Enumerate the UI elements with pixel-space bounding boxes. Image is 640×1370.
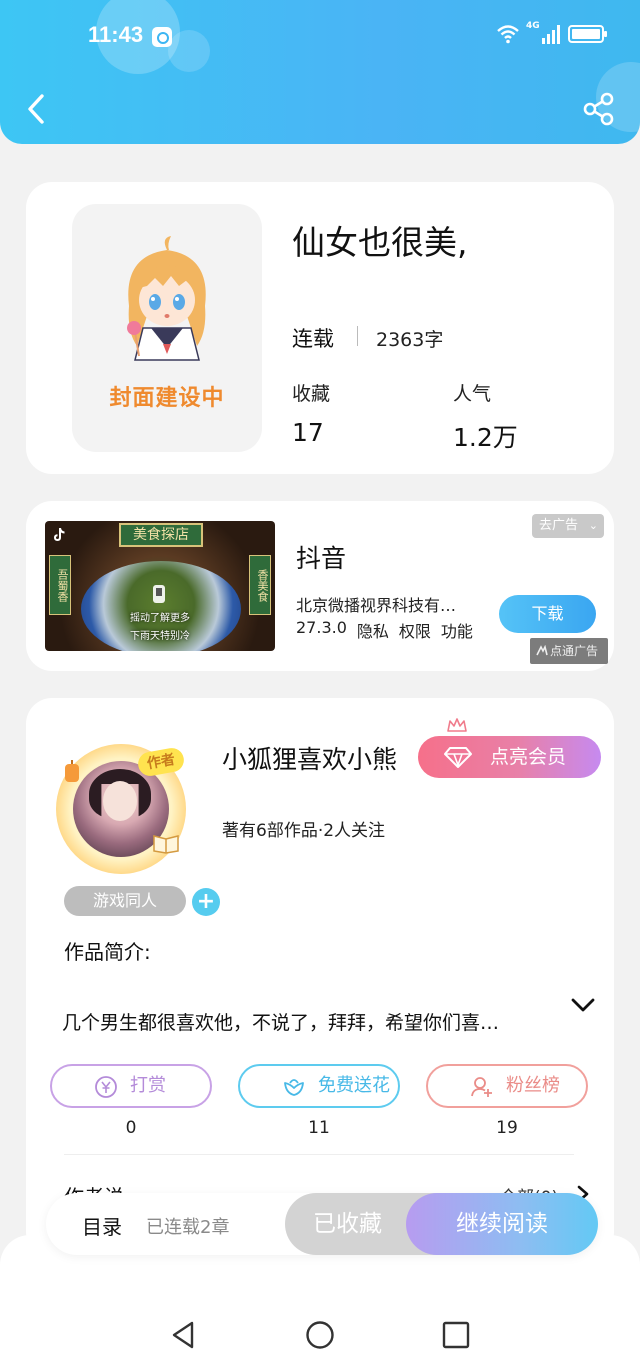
- share-icon[interactable]: [582, 92, 616, 126]
- top-header: 11:43 4G: [0, 0, 640, 144]
- vip-label: 点亮会员: [490, 746, 567, 768]
- book-status: 连载: [292, 327, 334, 351]
- continue-reading-button[interactable]: 继续阅读: [406, 1193, 598, 1255]
- ad-app-title: 抖音: [296, 544, 347, 573]
- author-meta: 著有6部作品·2人关注: [222, 821, 386, 841]
- book-info-card: 封面建设中 仙女也很美, 连载 2363字 收藏 17 人气 1.2万: [26, 182, 614, 474]
- ad-image-subcaption: 下雨天特别冷: [130, 631, 190, 642]
- cover-placeholder-text: 封面建设中: [109, 386, 225, 411]
- chevron-down-icon[interactable]: [570, 996, 596, 1014]
- meta-divider: [357, 326, 358, 346]
- decor-bubble: [168, 30, 210, 72]
- network-type: 4G: [526, 21, 540, 31]
- chapter-count[interactable]: 已连载2章: [146, 1213, 229, 1239]
- tiktok-icon: [54, 528, 65, 541]
- square-recent-icon[interactable]: [441, 1320, 471, 1350]
- triangle-back-icon[interactable]: [168, 1320, 198, 1350]
- ad-feature-link[interactable]: 功能: [441, 618, 473, 642]
- battery-icon: [568, 25, 607, 43]
- book-title: 仙女也很美,: [292, 223, 468, 262]
- chevron-left-icon[interactable]: [22, 92, 52, 126]
- status-icons: 4G: [496, 21, 607, 44]
- diamond-icon: [444, 747, 472, 768]
- author-name[interactable]: 小狐狸喜欢小熊: [222, 740, 397, 776]
- avatar-face: [103, 781, 137, 821]
- flower-icon: [284, 1079, 304, 1096]
- author-card: 作者 小狐狸喜欢小熊 点亮会员 著有6部作品·2人关注 游戏同人 + 作品简介:…: [26, 698, 614, 1258]
- wifi-icon: [497, 25, 519, 44]
- vip-membership-button[interactable]: 点亮会员: [418, 736, 601, 778]
- ad-app-info: 27.3.0 隐私 权限 功能: [296, 618, 473, 642]
- stat-label-popularity: 人气: [453, 383, 492, 405]
- circle-home-icon[interactable]: [305, 1320, 335, 1350]
- remove-ad-label: 去广告: [539, 518, 579, 533]
- ad-image[interactable]: 美食探店 吾蜀香 香美食 摇动了解更多 下雨天特别冷: [45, 521, 275, 651]
- ad-version: 27.3.0: [296, 618, 347, 637]
- crown-icon: [447, 718, 467, 732]
- intro-label: 作品简介:: [64, 940, 151, 964]
- notification-app-icon: [152, 27, 172, 47]
- book-word-count: 2363字: [376, 329, 444, 351]
- intro-text[interactable]: 几个男生都很喜欢他，不说了，拜拜，希望你们喜…: [62, 1008, 499, 1035]
- yuan-coin-icon: [95, 1076, 117, 1098]
- stat-label-favorites: 收藏: [292, 383, 331, 405]
- ad-network-icon: [536, 645, 548, 656]
- fans-ranking-label: 粉丝榜: [506, 1075, 560, 1096]
- ad-image-side-right: 香美食: [249, 555, 271, 615]
- flower-count: 11: [308, 1118, 330, 1138]
- ad-source-badge: 点通广告: [530, 638, 608, 664]
- ad-image-sign: 美食探店: [119, 523, 203, 547]
- book-cover[interactable]: 封面建设中: [72, 204, 262, 452]
- open-book-icon: [153, 835, 179, 854]
- divider: [64, 1154, 574, 1155]
- user-fans-icon: [471, 1077, 492, 1097]
- download-button[interactable]: 下载: [499, 595, 596, 633]
- send-flower-label: 免费送花: [318, 1075, 390, 1096]
- reward-count: 0: [125, 1118, 137, 1138]
- send-flower-button[interactable]: 免费送花: [238, 1064, 400, 1108]
- ad-image-side-left: 吾蜀香: [49, 555, 71, 615]
- lantern-icon: [65, 760, 79, 782]
- fans-ranking-button[interactable]: 粉丝榜: [426, 1064, 588, 1108]
- chevron-down-icon: ⌄: [588, 519, 598, 532]
- system-navigation-bar: [0, 1300, 640, 1370]
- table-of-contents-button[interactable]: 目录: [82, 1211, 122, 1240]
- remove-ad-button[interactable]: 去广告 ⌄: [532, 514, 604, 538]
- shake-hand-icon: [153, 585, 165, 603]
- ad-company: 北京微播视界科技有…: [296, 596, 457, 615]
- genre-tag[interactable]: 游戏同人: [64, 886, 186, 916]
- stat-value-popularity: 1.2万: [453, 423, 518, 452]
- ad-image-caption: 摇动了解更多: [130, 613, 190, 624]
- add-tag-button[interactable]: +: [192, 888, 220, 916]
- fans-count: 19: [496, 1118, 518, 1138]
- bottom-action-bar: 目录 已连载2章 已收藏 继续阅读: [46, 1193, 598, 1255]
- stat-value-favorites: 17: [292, 418, 324, 447]
- ad-card[interactable]: 美食探店 吾蜀香 香美食 摇动了解更多 下雨天特别冷 抖音 北京微播视界科技有……: [26, 501, 614, 671]
- ad-badge-label: 点通广告: [550, 644, 599, 658]
- cover-placeholder-illustration: [127, 236, 206, 361]
- cell-signal-icon: 4G: [526, 21, 560, 44]
- ad-privacy-link[interactable]: 隐私: [357, 618, 389, 642]
- author-avatar-wrap[interactable]: 作者: [56, 744, 186, 874]
- ad-permission-link[interactable]: 权限: [399, 618, 431, 642]
- status-time: 11:43: [88, 22, 144, 47]
- reward-button[interactable]: 打赏: [50, 1064, 212, 1108]
- reward-label: 打赏: [130, 1075, 166, 1096]
